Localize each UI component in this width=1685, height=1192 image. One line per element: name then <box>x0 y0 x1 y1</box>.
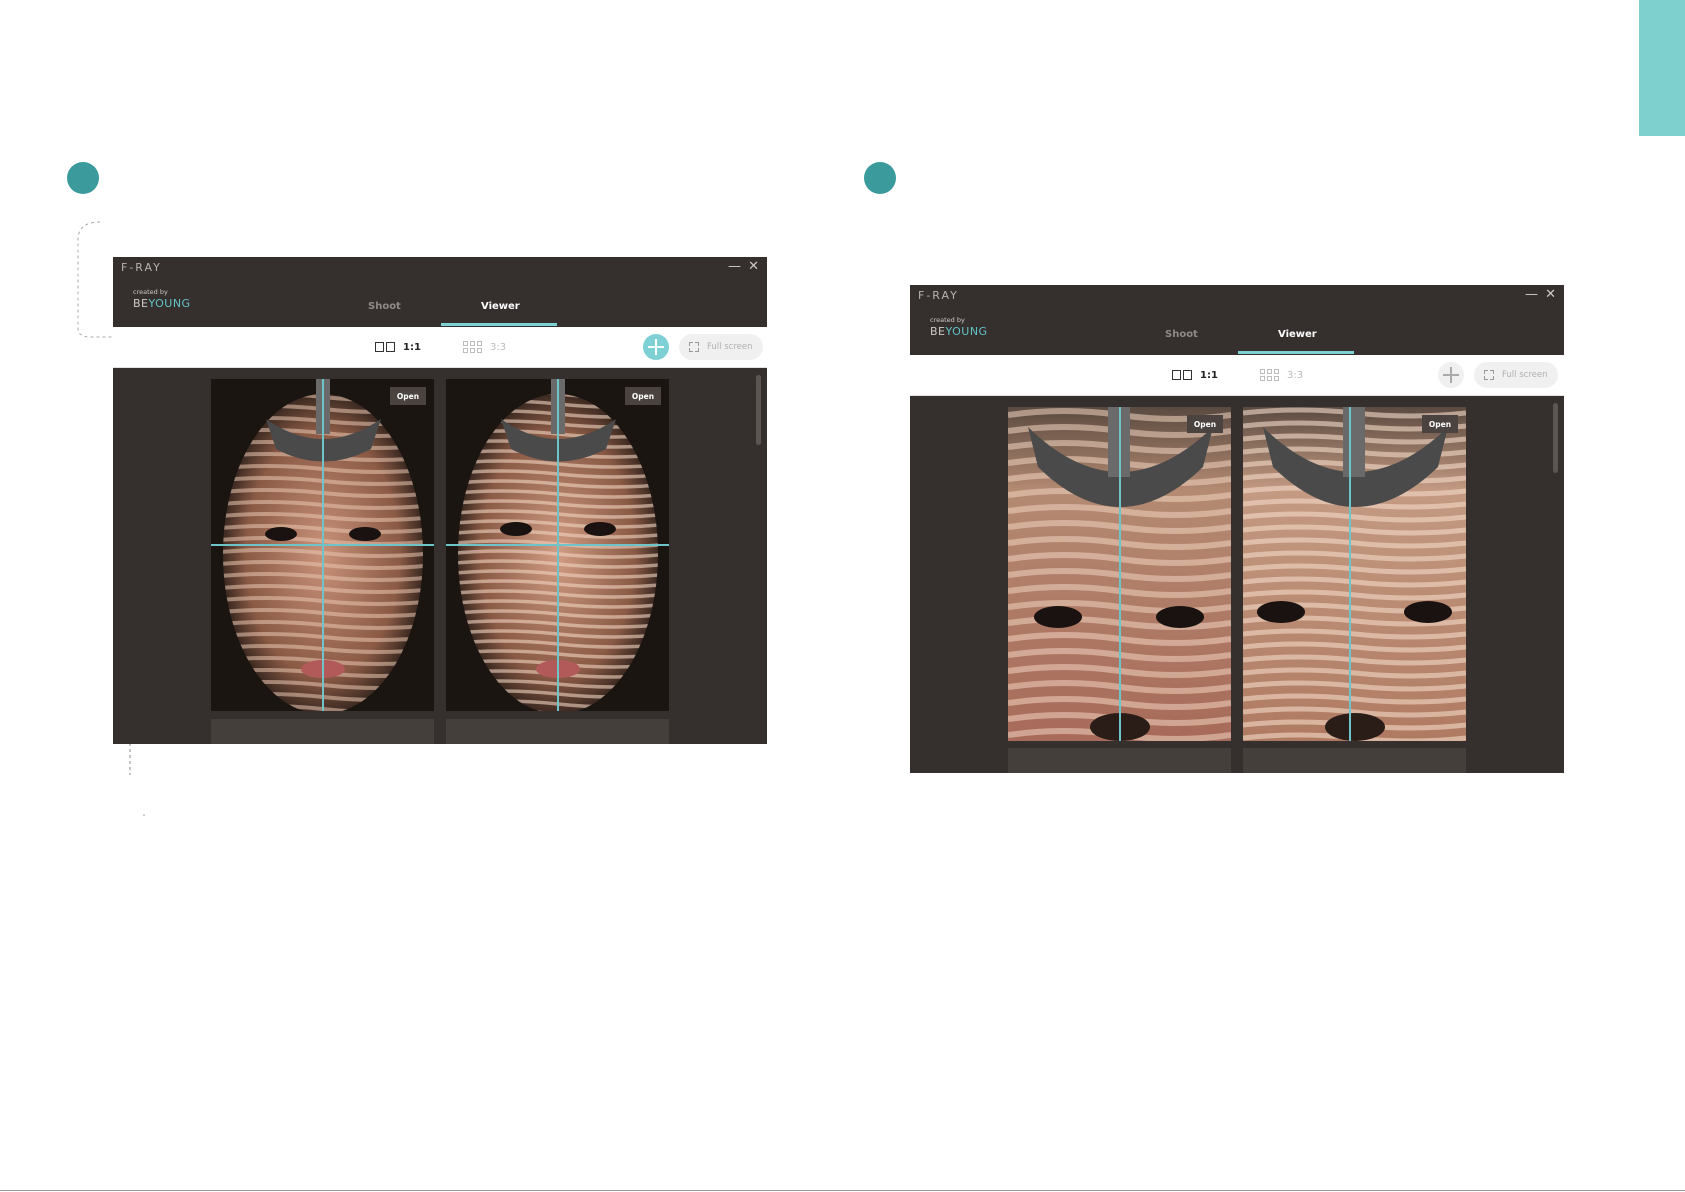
fullscreen-icon <box>1484 370 1494 380</box>
open-button[interactable]: Open <box>1187 415 1223 433</box>
photo-left: Open <box>211 379 434 711</box>
guide-horizontal <box>211 544 434 546</box>
layout-3x3-label: 3:3 <box>1287 369 1304 381</box>
scrollbar[interactable] <box>1553 403 1558 473</box>
minimize-icon[interactable]: — <box>1525 287 1538 302</box>
fullscreen-icon <box>689 342 699 352</box>
brand-part-a: BE <box>930 325 946 338</box>
app-window-1: F-RAY — ✕ created by BEYOUNG Shoot Viewe… <box>113 257 767 744</box>
brand-created-by: created by <box>930 316 965 324</box>
open-button[interactable]: Open <box>625 387 661 405</box>
photo-right-zoomed: Open <box>1243 407 1466 741</box>
brand-part-a: BE <box>133 297 149 310</box>
brand-part-b: YOUNG <box>148 297 191 310</box>
full-screen-label: Full screen <box>707 342 753 352</box>
scrollbar[interactable] <box>756 375 761 445</box>
full-screen-button[interactable]: Full screen <box>679 334 763 360</box>
photo-slot-empty <box>1008 748 1231 773</box>
viewer-toolbar: 1:1 3:3 Full screen <box>910 355 1564 396</box>
layout-3x3-label: 3:3 <box>490 341 507 353</box>
tab-shoot[interactable]: Shoot <box>1165 329 1198 340</box>
layout-1x1-label: 1:1 <box>1200 369 1218 381</box>
layout-3x3-button[interactable]: 3:3 <box>463 327 506 367</box>
crosshair-button[interactable] <box>1438 362 1464 388</box>
close-icon[interactable]: ✕ <box>1545 287 1556 302</box>
photo-left-zoomed: Open <box>1008 407 1231 741</box>
tab-shoot[interactable]: Shoot <box>368 301 401 312</box>
open-button[interactable]: Open <box>390 387 426 405</box>
layout-1x1-button[interactable]: 1:1 <box>375 327 421 367</box>
full-screen-button[interactable]: Full screen <box>1474 362 1558 388</box>
open-button[interactable]: Open <box>1422 415 1458 433</box>
layout-3x3-button[interactable]: 3:3 <box>1260 355 1303 395</box>
layout-1x1-label: 1:1 <box>403 341 421 353</box>
face-moire-image <box>1243 407 1466 741</box>
brand-logo: BEYOUNG <box>133 297 191 310</box>
layout-3x3-icon <box>463 341 482 353</box>
brand-logo: BEYOUNG <box>930 325 988 338</box>
photo-slot-empty <box>446 719 669 744</box>
minimize-icon[interactable]: — <box>728 259 741 274</box>
tab-viewer-indicator <box>441 323 557 326</box>
crosshair-button[interactable] <box>643 334 669 360</box>
layout-1x1-icon <box>375 342 395 352</box>
photo-slot-empty <box>211 719 434 744</box>
tab-viewer-indicator <box>1238 351 1354 354</box>
guide-vertical <box>1119 407 1121 741</box>
layout-1x1-button[interactable]: 1:1 <box>1172 355 1218 395</box>
guide-horizontal <box>446 544 669 546</box>
brand-created-by: created by <box>133 288 168 296</box>
brand-part-b: YOUNG <box>945 325 988 338</box>
tab-viewer[interactable]: Viewer <box>1278 329 1317 340</box>
close-icon[interactable]: ✕ <box>748 259 759 274</box>
full-screen-label: Full screen <box>1502 370 1548 380</box>
viewer-toolbar: 1:1 3:3 Full screen <box>113 327 767 368</box>
app-title: F-RAY <box>918 289 959 302</box>
layout-3x3-icon <box>1260 369 1279 381</box>
photo-slot-empty <box>1243 748 1466 773</box>
guide-vertical <box>1349 407 1351 741</box>
app-title: F-RAY <box>121 261 162 274</box>
photo-right: Open <box>446 379 669 711</box>
tab-viewer[interactable]: Viewer <box>481 301 520 312</box>
layout-1x1-icon <box>1172 370 1192 380</box>
app-window-2: F-RAY — ✕ created by BEYOUNG Shoot Viewe… <box>910 285 1564 773</box>
